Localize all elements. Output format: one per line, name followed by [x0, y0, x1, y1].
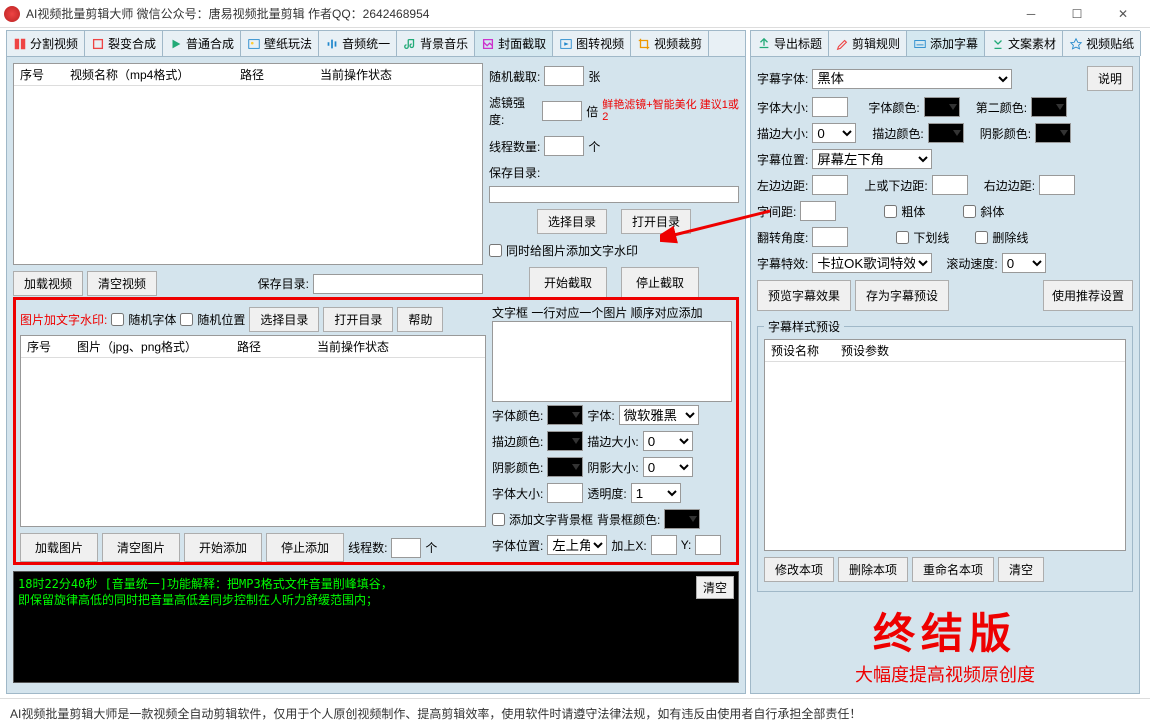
start-capture-button[interactable]: 开始截取 [529, 267, 607, 298]
sub-color2-picker[interactable] [1031, 97, 1067, 117]
app-icon [4, 6, 20, 22]
stroke-color-picker[interactable] [547, 431, 583, 451]
tab-audio[interactable]: 音频统一 [319, 31, 397, 56]
tab-crop[interactable]: 视频裁剪 [631, 31, 709, 56]
font-color-picker[interactable] [547, 405, 583, 425]
sub-fontsize-input[interactable] [812, 97, 848, 117]
left-tabs: 分割视频 裂变合成 普通合成 壁纸玩法 音频统一 背景音乐 封面截取 图转视频 … [6, 30, 746, 56]
tab-copywriting[interactable]: 文案素材 [985, 31, 1063, 56]
img-table-body[interactable] [21, 358, 485, 526]
stroke-size-select[interactable]: 0 [643, 431, 693, 451]
right-tabs: 导出标题 剪辑规则 添加字幕 文案素材 视频贴纸 [750, 30, 1140, 56]
select-dir-button[interactable]: 选择目录 [537, 209, 607, 234]
maximize-button[interactable]: ☐ [1054, 0, 1100, 28]
watermark-checkbox[interactable] [489, 244, 502, 257]
preview-button[interactable]: 预览字幕效果 [757, 280, 851, 311]
text-bg-checkbox[interactable] [492, 513, 505, 526]
open-dir2-button[interactable]: 打开目录 [323, 307, 393, 332]
random-cap-input[interactable] [544, 66, 584, 86]
rotate-input[interactable] [812, 227, 848, 247]
bg-color-picker[interactable] [664, 509, 700, 529]
help-button[interactable]: 帮助 [397, 307, 443, 332]
stop-capture-button[interactable]: 停止截取 [621, 267, 699, 298]
tab-export-title[interactable]: 导出标题 [751, 31, 829, 56]
tab-normal[interactable]: 普通合成 [163, 31, 241, 56]
sub-fontcolor-picker[interactable] [924, 97, 960, 117]
modify-button[interactable]: 修改本项 [764, 557, 834, 582]
tab-split[interactable]: 分割视频 [7, 31, 85, 56]
addx-input[interactable] [651, 535, 677, 555]
thread-count-input[interactable] [544, 136, 584, 156]
delete-button[interactable]: 删除本项 [838, 557, 908, 582]
kerning-input[interactable] [800, 201, 836, 221]
stop-add-button[interactable]: 停止添加 [266, 533, 344, 562]
clear-img-button[interactable]: 清空图片 [102, 533, 180, 562]
scroll-speed-select[interactable]: 0 [1002, 253, 1046, 273]
random-pos-checkbox[interactable] [180, 313, 193, 326]
shadow-color-picker[interactable] [547, 457, 583, 477]
threads-input[interactable] [391, 538, 421, 558]
topbot-dist-input[interactable] [932, 175, 968, 195]
use-rec-button[interactable]: 使用推荐设置 [1043, 280, 1133, 311]
tab-wallpaper[interactable]: 壁纸玩法 [241, 31, 319, 56]
tab-bgm[interactable]: 背景音乐 [397, 31, 475, 56]
open-dir-button[interactable]: 打开目录 [621, 209, 691, 234]
titlebar: AI视频批量剪辑大师 微信公众号：唐易视频批量剪辑 作者QQ：264246895… [0, 0, 1150, 28]
promo-subtitle: 大幅度提高视频原创度 [757, 661, 1133, 687]
sub-pos-select[interactable]: 屏幕左下角 [812, 149, 932, 169]
start-add-button[interactable]: 开始添加 [184, 533, 262, 562]
video-table-header: 序号 视频名称（mp4格式） 路径 当前操作状态 [14, 64, 482, 86]
close-button[interactable]: ✕ [1100, 0, 1146, 28]
rename-button[interactable]: 重命名本项 [912, 557, 994, 582]
font-size-input[interactable] [547, 483, 583, 503]
right-dist-input[interactable] [1039, 175, 1075, 195]
filter-strength-input[interactable] [542, 101, 582, 121]
random-font-checkbox[interactable] [111, 313, 124, 326]
sub-strokecolor-picker[interactable] [928, 123, 964, 143]
addy-input[interactable] [695, 535, 721, 555]
tab-edit-rules[interactable]: 剪辑规则 [829, 31, 907, 56]
font-select[interactable]: 微软雅黑 [619, 405, 699, 425]
tab-img2vid[interactable]: 图转视频 [553, 31, 631, 56]
sub-font-select[interactable]: 黑体 [812, 69, 1012, 89]
minimize-button[interactable]: ─ [1008, 0, 1054, 28]
select-dir2-button[interactable]: 选择目录 [249, 307, 319, 332]
save-dir2-input[interactable] [489, 186, 739, 203]
preset-table-body[interactable] [765, 362, 1125, 470]
video-table-body[interactable] [14, 86, 482, 264]
tab-cover[interactable]: 封面截取 [475, 31, 553, 56]
sub-stroke-size-select[interactable]: 0 [812, 123, 856, 143]
footer-text: AI视频批量剪辑大师是一款视频全自动剪辑软件，仅用于个人原创视频制作、提高剪辑效… [0, 698, 1150, 728]
strike-checkbox[interactable] [975, 231, 988, 244]
tab-sticker[interactable]: 视频贴纸 [1063, 31, 1141, 56]
clear-video-button[interactable]: 清空视频 [87, 271, 157, 296]
img-table-header: 序号 图片（jpg、png格式） 路径 当前操作状态 [21, 336, 485, 358]
tab-add-subtitle[interactable]: 添加字幕 [907, 31, 985, 56]
preset-table-header: 预设名称 预设参数 [765, 340, 1125, 362]
load-img-button[interactable]: 加载图片 [20, 533, 98, 562]
italic-checkbox[interactable] [963, 205, 976, 218]
effect-select[interactable]: 卡拉OK歌词特效 [812, 253, 932, 273]
save-dir-input[interactable] [313, 274, 483, 294]
bold-checkbox[interactable] [884, 205, 897, 218]
watermark-text-input[interactable] [492, 321, 732, 402]
window-title: AI视频批量剪辑大师 微信公众号：唐易视频批量剪辑 作者QQ：264246895… [26, 5, 1008, 22]
sub-shadowcolor-picker[interactable] [1035, 123, 1071, 143]
clear-log-button[interactable]: 清空 [696, 576, 734, 599]
save-preset-button[interactable]: 存为字幕预设 [855, 280, 949, 311]
left-dist-input[interactable] [812, 175, 848, 195]
clear-preset-button[interactable]: 清空 [998, 557, 1044, 582]
font-pos-select[interactable]: 左上角 [547, 535, 607, 555]
promo-title: 终结版 [757, 600, 1133, 661]
shadow-size-select[interactable]: 0 [643, 457, 693, 477]
log-area: 18时22分40秒 [音量统一]功能解释：把MP3格式文件音量削峰填谷， 即保留… [14, 572, 692, 682]
explain-button[interactable]: 说明 [1087, 66, 1133, 91]
tab-fission[interactable]: 裂变合成 [85, 31, 163, 56]
underline-checkbox[interactable] [896, 231, 909, 244]
load-video-button[interactable]: 加载视频 [13, 271, 83, 296]
opacity-select[interactable]: 1 [631, 483, 681, 503]
